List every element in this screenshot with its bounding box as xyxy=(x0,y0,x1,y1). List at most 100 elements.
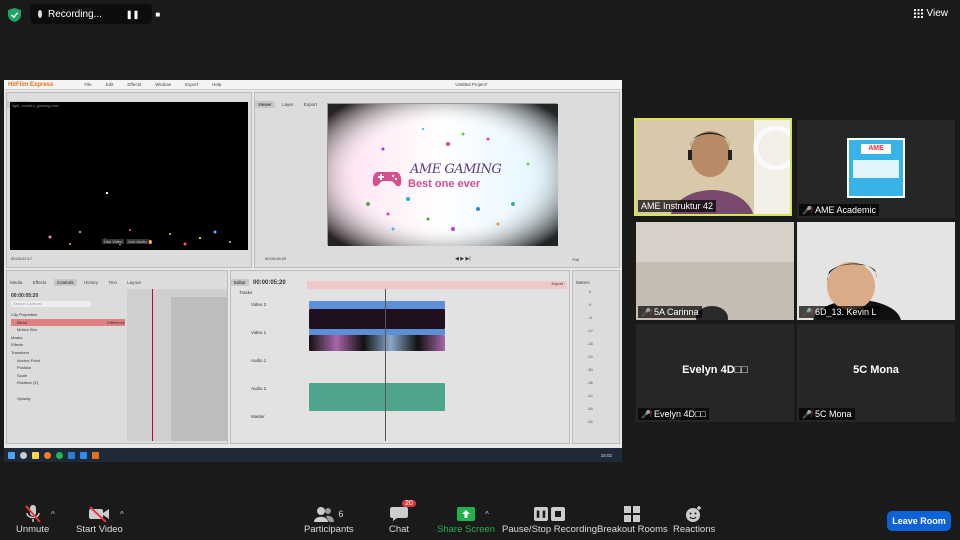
firefox-icon[interactable] xyxy=(44,451,51,459)
trimmer-file-name: light_colorful_glowing.mov xyxy=(12,103,59,108)
recording-dot-icon xyxy=(38,10,42,18)
track-master[interactable]: Master xyxy=(239,414,266,419)
participants-button[interactable]: 6 Participants xyxy=(304,504,354,535)
menu-edit[interactable]: Edit xyxy=(103,81,117,88)
prop-rotation[interactable]: Rotation (Z) xyxy=(11,379,125,387)
track-video-1[interactable]: Video 1 xyxy=(239,330,266,335)
prop-masks[interactable]: Masks xyxy=(11,334,125,342)
use-video-button[interactable]: Use Video xyxy=(102,239,125,244)
pause-stop-recording-button[interactable]: ❚❚ Pause/Stop Recording xyxy=(502,504,597,535)
tab-viewer[interactable]: Viewer xyxy=(255,101,275,108)
spotify-icon[interactable] xyxy=(56,451,63,459)
view-label: View xyxy=(926,8,949,19)
breakout-rooms-button[interactable]: Breakout Rooms xyxy=(597,504,668,535)
prop-opacity[interactable]: Opacity xyxy=(11,395,125,403)
editor-ruler xyxy=(307,281,567,289)
tab-export[interactable]: Export xyxy=(301,101,320,108)
track-video-2[interactable]: Video 2 xyxy=(239,302,266,307)
start-video-label: Start Video xyxy=(76,524,123,535)
use-audio-button[interactable]: Use Audio xyxy=(126,239,149,244)
security-shield-icon[interactable] xyxy=(8,8,21,22)
search-icon[interactable] xyxy=(20,451,27,459)
tab-effects[interactable]: Effects xyxy=(30,279,50,286)
menu-export[interactable]: Export xyxy=(182,81,201,88)
tab-media[interactable]: Media xyxy=(7,279,25,286)
chat-bubble-icon xyxy=(390,507,409,521)
participant-name: AME Instruktur 42 xyxy=(641,201,714,211)
editor-playhead[interactable] xyxy=(385,289,386,441)
file-explorer-icon[interactable] xyxy=(32,451,39,459)
trimmer-panel: Trimmer Audio Mixer light_colorful_glowi… xyxy=(6,92,252,268)
tab-editor[interactable]: Editor xyxy=(231,279,249,286)
stop-icon xyxy=(551,507,566,521)
tab-controls[interactable]: Controls xyxy=(53,279,77,286)
view-button[interactable]: View xyxy=(913,8,949,19)
prop-position[interactable]: Position xyxy=(11,364,125,372)
edge-icon[interactable] xyxy=(68,451,75,459)
menu-window[interactable]: Window xyxy=(152,81,174,88)
participant-tile-5c-mona[interactable]: 5C Mona 🎤̸ 5C Mona xyxy=(797,324,955,422)
properties-list: Clip Properties Blend Difference Motion B… xyxy=(11,311,125,403)
clip-video-2-particles[interactable] xyxy=(309,309,445,329)
viewer-time: 00:00:05:20 xyxy=(265,256,287,261)
tab-layer[interactable]: Layer xyxy=(279,101,296,108)
prop-motion-blur[interactable]: Motion Blur xyxy=(11,326,125,334)
clip-video-1-frames[interactable] xyxy=(309,335,445,351)
reactions-label: Reactions xyxy=(673,524,716,535)
muted-mic-icon: 🎤̸ xyxy=(802,205,812,215)
controls-search-input[interactable]: Search Controls xyxy=(11,301,91,307)
participant-tile-6d-kevin[interactable]: 🎤̸ 6D_13. Kevin L xyxy=(797,222,955,320)
clip-audio-2[interactable] xyxy=(309,383,445,411)
prop-scale[interactable]: Scale xyxy=(11,372,125,380)
unmute-button[interactable]: Unmute xyxy=(16,504,49,535)
chat-button[interactable]: 20 Chat xyxy=(389,500,416,535)
start-video-button[interactable]: Start Video xyxy=(76,504,123,535)
tab-layout[interactable]: Layout xyxy=(124,279,144,286)
video-options-chevron-icon[interactable]: ^ xyxy=(120,510,124,519)
track-audio-2[interactable]: Audio 2 xyxy=(239,386,266,391)
clip-video-2-top[interactable] xyxy=(309,301,445,309)
audio-options-chevron-icon[interactable]: ^ xyxy=(51,510,55,519)
viewer-play-button[interactable]: ◀ ▶ ▶| xyxy=(455,256,471,262)
menu-help[interactable]: Help xyxy=(209,81,224,88)
trimmer-preview: light_colorful_glowing.mov Use Video Use… xyxy=(10,102,248,250)
hitfilm-app-icon[interactable] xyxy=(92,451,99,459)
recording-indicator: Recording... ❚❚ ■ xyxy=(30,4,160,24)
track-audio-1[interactable]: Audio 1 xyxy=(239,358,266,363)
blend-value[interactable]: Difference xyxy=(107,319,125,327)
participant-tile-5a-carinna[interactable]: 🎤̸ 5A Carinna xyxy=(636,222,794,320)
menu-effects[interactable]: Effects xyxy=(124,81,144,88)
participants-icon xyxy=(314,507,335,522)
editor-time: 00:00:05:20 xyxy=(253,280,286,286)
participant-tile-ame-academic[interactable]: AME 🎤̸ AME Academic xyxy=(797,120,955,218)
prop-blend[interactable]: Blend Difference xyxy=(11,318,125,327)
viewer-panel: Viewer Layer Export AME GAMING Best one … xyxy=(254,92,620,268)
viewer-subtitle-text: Best one ever xyxy=(408,178,481,190)
participant-tile-ame-instruktur[interactable]: AME Instruktur 42 xyxy=(634,118,792,216)
prop-clip-properties[interactable]: Clip Properties xyxy=(11,311,125,319)
share-options-chevron-icon[interactable]: ^ xyxy=(485,510,489,519)
tab-text[interactable]: Text xyxy=(106,279,120,286)
prop-anchor-point[interactable]: Anchor Point xyxy=(11,357,125,365)
zoom-app-icon[interactable] xyxy=(80,451,87,459)
participants-count: 6 xyxy=(338,509,344,519)
stop-recording-icon[interactable]: ■ xyxy=(155,10,160,19)
track-list: Tracks Video 2 Video 1 Audio 1 Audio 2 M… xyxy=(239,290,266,419)
windows-start-icon[interactable] xyxy=(8,451,15,459)
prop-effects[interactable]: Effects xyxy=(11,341,125,349)
leave-room-button[interactable]: Leave Room xyxy=(887,511,951,531)
viewer-title-text: AME GAMING xyxy=(410,162,502,177)
pause-recording-icon[interactable]: ❚❚ xyxy=(126,10,139,19)
chat-label: Chat xyxy=(389,524,410,535)
controls-panel: Media Effects Controls History Text Layo… xyxy=(6,270,228,444)
menu-file[interactable]: File xyxy=(81,81,94,88)
pause-stop-recording-label: Pause/Stop Recording xyxy=(502,524,598,535)
video-camera-off-icon xyxy=(89,506,110,522)
prop-transform[interactable]: Transform xyxy=(11,349,125,357)
export-button[interactable]: Export xyxy=(551,281,563,286)
reactions-button[interactable]: Reactions xyxy=(673,504,715,535)
tab-history[interactable]: History xyxy=(81,279,101,286)
viewer-zoom[interactable]: Full xyxy=(573,257,579,262)
participant-tile-evelyn[interactable]: Evelyn 4D□□ 🎤̸ Evelyn 4D□□ xyxy=(636,324,794,422)
share-screen-button[interactable]: Share Screen xyxy=(437,504,495,535)
